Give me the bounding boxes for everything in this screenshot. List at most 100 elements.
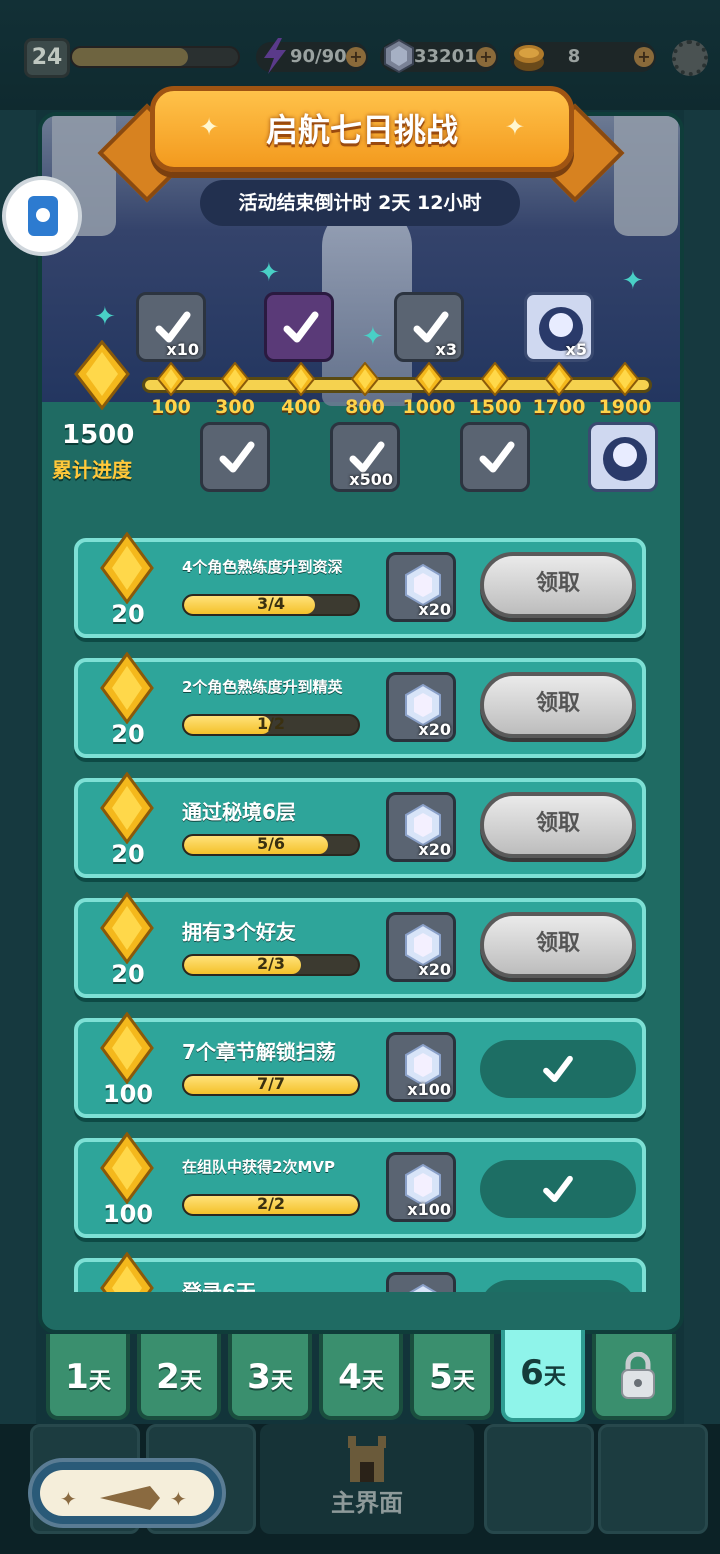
claim-button[interactable]: 领取: [480, 672, 636, 738]
task-points: 100: [102, 1200, 154, 1228]
milestone-node-icon: [156, 361, 186, 397]
progress-track: [142, 377, 652, 393]
tab-day-label: 2天: [156, 1357, 202, 1397]
task-name: 拥有3个好友: [182, 920, 296, 944]
task-completed-indicator: [480, 1160, 636, 1218]
reward-quantity: x10: [166, 340, 199, 359]
gem-icon: [384, 38, 414, 74]
milestone-node-icon: [610, 361, 640, 397]
day-tabs: 1天 2天 3天 4天 5天 6天: [40, 1330, 680, 1424]
task-reward-quantity: x100: [407, 1200, 451, 1219]
check-icon: [219, 441, 255, 473]
tab-day-locked[interactable]: [592, 1334, 676, 1420]
sparkle-icon: ✦: [94, 302, 116, 332]
check-icon: [543, 1175, 573, 1203]
milestone-label: 1500: [468, 396, 522, 418]
claim-button[interactable]: 领取: [480, 792, 636, 858]
device-icon: [28, 196, 58, 236]
energy-value: 90/90: [290, 46, 347, 67]
energy-counter[interactable]: 90/90 +: [256, 38, 368, 74]
reward-quantity: x5: [565, 340, 587, 359]
nav-button-main[interactable]: 主界面: [260, 1424, 474, 1534]
progress-label: 累计进度: [52, 458, 132, 482]
nav-main-label: 主界面: [331, 1489, 403, 1517]
milestone-reward[interactable]: [264, 292, 334, 362]
gem-value: 33201: [414, 46, 477, 67]
milestone-label: 1700: [532, 396, 586, 418]
progress-value: 1500: [62, 420, 135, 450]
task-completed-indicator: [480, 1040, 636, 1098]
points-diamond-icon: [100, 532, 154, 604]
task-reward[interactable]: x100: [386, 1152, 456, 1222]
check-icon: [479, 441, 515, 473]
task-progress-text: 5/6: [256, 834, 286, 853]
task-row: 登录6天: [74, 1252, 646, 1292]
tab-day-label: 5天: [429, 1357, 475, 1397]
points-diamond-icon: [100, 1132, 154, 1204]
task-row: 20 拥有3个好友 2/3 x20 领取: [74, 892, 646, 998]
milestone-reward[interactable]: x10: [136, 292, 206, 362]
reward-quantity: x500: [349, 470, 393, 489]
settings-gear-icon[interactable]: [672, 40, 708, 76]
points-diamond-icon: [100, 1252, 154, 1292]
task-progress-bar: 1/2: [182, 714, 360, 736]
sparkle-icon: ✦: [362, 322, 384, 352]
points-diamond-icon: [100, 892, 154, 964]
add-energy-button[interactable]: +: [346, 47, 366, 67]
task-reward-quantity: x20: [418, 840, 451, 859]
player-level[interactable]: 24: [24, 38, 70, 78]
task-points: 20: [111, 720, 145, 748]
svg-text:✦: ✦: [170, 1487, 187, 1511]
add-coin-button[interactable]: +: [634, 47, 654, 67]
task-progress-bar: 7/7: [182, 1074, 360, 1096]
task-reward-quantity: x20: [418, 960, 451, 979]
milestone-reward[interactable]: x3: [394, 292, 464, 362]
tab-day-4[interactable]: 4天: [319, 1334, 403, 1420]
tab-day-3[interactable]: 3天: [228, 1334, 312, 1420]
task-name: 4个角色熟练度升到资深: [182, 558, 343, 576]
back-button[interactable]: ✦ ✦: [28, 1458, 226, 1528]
task-row: 100 7个章节解锁扫荡 7/7 x100: [74, 1012, 646, 1118]
tab-day-6[interactable]: 6天: [501, 1330, 585, 1422]
claim-button[interactable]: 领取: [480, 552, 636, 618]
side-event-badge[interactable]: [2, 176, 82, 256]
check-icon: [283, 311, 319, 343]
nav-button-temple[interactable]: [598, 1424, 708, 1534]
lightning-icon: [264, 38, 286, 74]
task-name: 7个章节解锁扫荡: [182, 1040, 336, 1064]
points-diamond-icon: [100, 772, 154, 844]
claim-button[interactable]: 领取: [480, 912, 636, 978]
milestone-reward[interactable]: [588, 422, 658, 492]
add-gem-button[interactable]: +: [476, 47, 496, 67]
tab-day-1[interactable]: 1天: [46, 1334, 130, 1420]
task-reward[interactable]: x20: [386, 672, 456, 742]
milestone-label: 1000: [402, 396, 456, 418]
task-reward[interactable]: x20: [386, 792, 456, 862]
castle-icon: [348, 1436, 386, 1482]
task-reward[interactable]: x100: [386, 1032, 456, 1102]
milestone-reward[interactable]: x500: [330, 422, 400, 492]
gem-counter[interactable]: 33201 +: [380, 38, 498, 74]
milestone-reward[interactable]: x5: [524, 292, 594, 362]
crystal-icon: [409, 1283, 437, 1292]
task-progress-bar: 2/3: [182, 954, 360, 976]
tab-day-5[interactable]: 5天: [410, 1334, 494, 1420]
milestone-label: 300: [215, 396, 255, 418]
progress-diamond-icon: [74, 340, 130, 410]
event-countdown: 活动结束倒计时 2天 12小时: [200, 180, 520, 226]
tab-day-2[interactable]: 2天: [137, 1334, 221, 1420]
milestone-node-icon: [220, 361, 250, 397]
coin-counter[interactable]: 8 +: [510, 42, 656, 72]
task-list[interactable]: 20 4个角色熟练度升到资深 3/4 x20 领取 20 2个角色熟练度升到精英…: [56, 510, 666, 1292]
background-column: [0, 110, 36, 1440]
milestone-reward[interactable]: [200, 422, 270, 492]
nav-button-keys[interactable]: [484, 1424, 594, 1534]
task-name: 通过秘境6层: [182, 800, 296, 824]
milestone-reward[interactable]: [460, 422, 530, 492]
task-reward[interactable]: x20: [386, 552, 456, 622]
milestone-node-icon: [350, 361, 380, 397]
task-reward[interactable]: x20: [386, 912, 456, 982]
coin-icon: [514, 45, 544, 71]
sparkle-icon: ✦: [622, 266, 644, 296]
task-reward[interactable]: [386, 1272, 456, 1292]
